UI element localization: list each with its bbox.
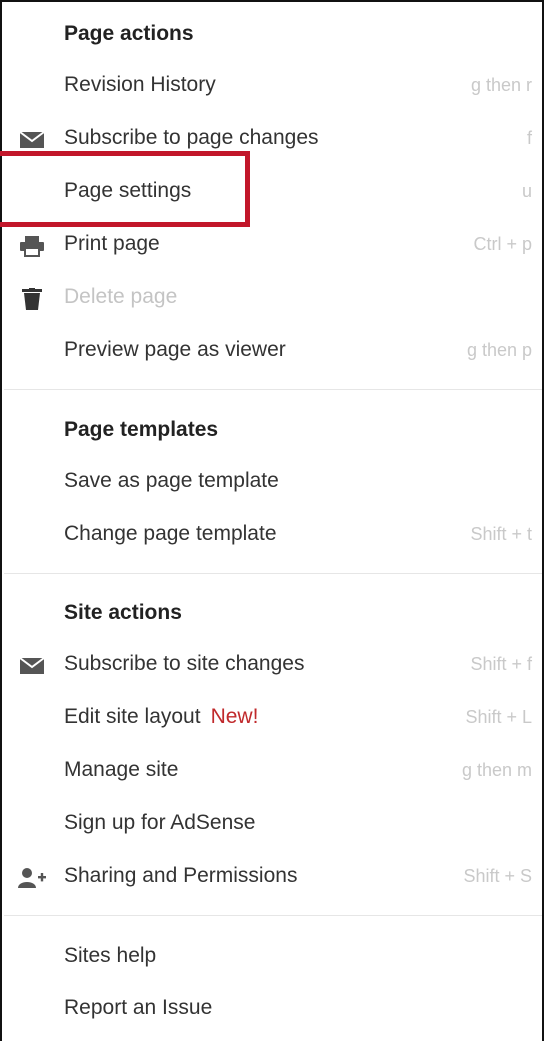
shortcut-hint: f [526, 128, 532, 148]
envelope-icon [19, 657, 45, 674]
menu-item-sharing-permissions[interactable]: Sharing and Permissions Shift + S [2, 852, 542, 904]
new-badge: New! [210, 705, 259, 728]
shortcut-hint: Shift + t [470, 524, 532, 544]
envelope-icon [19, 131, 45, 148]
menu-item-label: Print page [64, 232, 160, 255]
menu-item-label: Change page template [64, 522, 277, 545]
shortcut-hint: Shift + f [470, 654, 532, 674]
menu-item-subscribe-site-changes[interactable]: Subscribe to site changes Shift + f [2, 640, 542, 692]
menu-item-label: Revision History [64, 73, 216, 96]
menu-item-label: Delete page [64, 285, 178, 308]
menu-item-print-page[interactable]: Print page Ctrl + p [2, 220, 542, 272]
menu-item-label: Subscribe to page changes [64, 126, 319, 149]
menu-item-label: Page settings [64, 179, 192, 202]
site-actions-header: Site actions [64, 601, 182, 624]
shortcut-hint: g then r [470, 75, 532, 95]
menu-item-adsense[interactable]: Sign up for AdSense [2, 799, 542, 851]
page-templates-header: Page templates [64, 418, 219, 441]
shortcut-hint: Shift + L [465, 707, 532, 727]
menu-item-label: Save as page template [64, 469, 279, 492]
more-actions-menu: Page actions Revision History g then r S… [0, 0, 544, 1041]
add-person-icon [18, 868, 46, 888]
menu-item-save-as-template[interactable]: Save as page template [2, 457, 542, 509]
menu-item-revision-history[interactable]: Revision History g then r [2, 61, 542, 113]
section-divider [4, 915, 542, 916]
menu-item-page-settings[interactable]: Page settings u [2, 167, 542, 219]
menu-item-report-issue[interactable]: Report an Issue [2, 984, 542, 1036]
menu-item-label: Subscribe to site changes [64, 652, 305, 675]
shortcut-hint: g then p [466, 340, 532, 360]
menu-item-label: Preview page as viewer [64, 338, 286, 361]
menu-item-label: Sites help [64, 944, 157, 967]
menu-item-manage-site[interactable]: Manage site g then m [2, 746, 542, 798]
menu-item-delete-page: Delete page [2, 273, 542, 325]
menu-item-label: Edit site layout New! [64, 705, 258, 729]
section-divider [4, 573, 542, 574]
edit-site-layout-text: Edit site layout [64, 705, 201, 728]
menu-item-label: Sharing and Permissions [64, 864, 298, 887]
shortcut-hint: u [521, 181, 532, 201]
page-actions-header: Page actions [64, 22, 194, 45]
shortcut-hint: Shift + S [463, 866, 532, 886]
menu-item-label: Sign up for AdSense [64, 811, 256, 834]
printer-icon [20, 236, 44, 257]
menu-item-label: Manage site [64, 758, 179, 781]
menu-item-label: Report an Issue [64, 996, 213, 1019]
menu-item-edit-site-layout[interactable]: Edit site layout New! Shift + L [2, 693, 542, 745]
trash-icon [22, 288, 42, 310]
section-divider [4, 389, 542, 390]
shortcut-hint: Ctrl + p [473, 234, 532, 254]
menu-item-subscribe-page-changes[interactable]: Subscribe to page changes f [2, 114, 542, 166]
menu-item-preview-as-viewer[interactable]: Preview page as viewer g then p [2, 326, 542, 378]
menu-item-change-template[interactable]: Change page template Shift + t [2, 510, 542, 562]
shortcut-hint: g then m [461, 760, 532, 780]
menu-item-sites-help[interactable]: Sites help [2, 932, 542, 984]
